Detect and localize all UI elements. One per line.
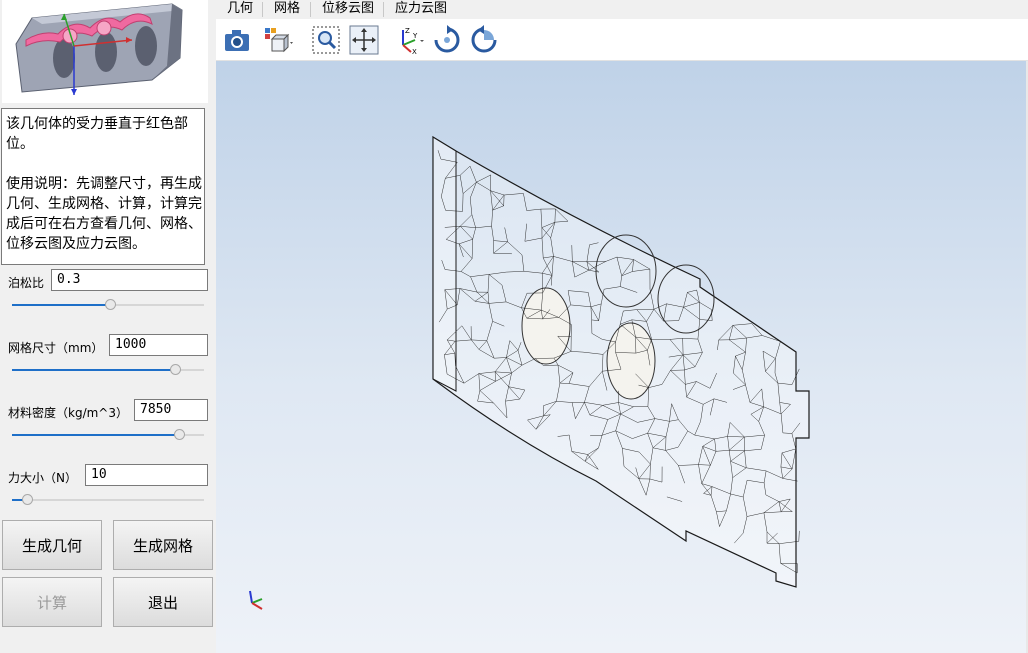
density-label: 材料密度（kg/m^3） [8, 406, 128, 420]
force-label: 力大小（N） [8, 471, 77, 485]
density-slider[interactable] [12, 429, 204, 441]
tab-stress[interactable]: 应力云图 [384, 0, 458, 19]
rotate-cw-icon[interactable] [432, 25, 462, 55]
mesh-edge [798, 530, 800, 542]
poisson-slider[interactable] [12, 299, 204, 311]
tab-mesh[interactable]: 网格 [263, 0, 311, 19]
poisson-label: 泊松比 [8, 276, 45, 290]
pan-icon[interactable] [349, 25, 379, 55]
viewer-panel: 几何 网格 位移云图 应力云图 ZY X [216, 0, 1028, 653]
viewer-toolbar: ZY X [216, 19, 1028, 61]
mesh-wireframe [249, 135, 810, 610]
exit-button[interactable]: 退出 [113, 577, 213, 627]
tab-geometry[interactable]: 几何 [216, 0, 264, 19]
mesh-size-label: 网格尺寸（mm） [8, 341, 104, 355]
tab-bar: 几何 网格 位移云图 应力云图 [216, 0, 1028, 19]
part-thumbnail [15, 3, 183, 95]
slider-thumb[interactable] [174, 429, 186, 440]
3d-viewport[interactable] [216, 61, 1028, 653]
generate-mesh-button[interactable]: 生成网格 [113, 520, 213, 570]
camera-icon[interactable] [222, 25, 252, 55]
svg-text:X: X [412, 48, 417, 55]
poisson-input[interactable]: 0.3 [51, 269, 208, 291]
view-cube-icon[interactable] [263, 25, 293, 55]
zoom-box-icon[interactable] [311, 25, 341, 55]
mesh-size-input[interactable]: 1000 [109, 334, 208, 356]
description-force-note: 该几何体的受力垂直于红色部位。 [6, 116, 188, 152]
slider-thumb[interactable] [22, 494, 34, 505]
rotate-ccw-icon[interactable] [469, 25, 499, 55]
geometry-preview-image [2, 0, 208, 103]
svg-text:Y: Y [412, 32, 418, 40]
mesh-size-slider[interactable] [12, 364, 204, 376]
description-box: 该几何体的受力垂直于红色部位。 使用说明：先调整尺寸，再生成几何、生成网格、计算… [1, 108, 205, 265]
slider-thumb[interactable] [104, 299, 116, 310]
generate-geometry-button[interactable]: 生成几何 [2, 520, 102, 570]
density-input[interactable]: 7850 [134, 399, 208, 421]
calculate-button[interactable]: 计算 [2, 577, 102, 627]
svg-text:Z: Z [405, 27, 410, 35]
force-slider[interactable] [12, 494, 204, 506]
slider-thumb[interactable] [170, 364, 182, 375]
force-input[interactable]: 10 [85, 464, 208, 486]
axes-icon[interactable]: ZY X [394, 25, 424, 55]
control-panel: 该几何体的受力垂直于红色部位。 使用说明：先调整尺寸，再生成几何、生成网格、计算… [0, 0, 216, 653]
orientation-axes [249, 590, 263, 610]
description-usage: 使用说明：先调整尺寸，再生成几何、生成网格、计算，计算完成后可在右方查看几何、网… [6, 176, 202, 252]
tab-displacement[interactable]: 位移云图 [311, 0, 385, 19]
